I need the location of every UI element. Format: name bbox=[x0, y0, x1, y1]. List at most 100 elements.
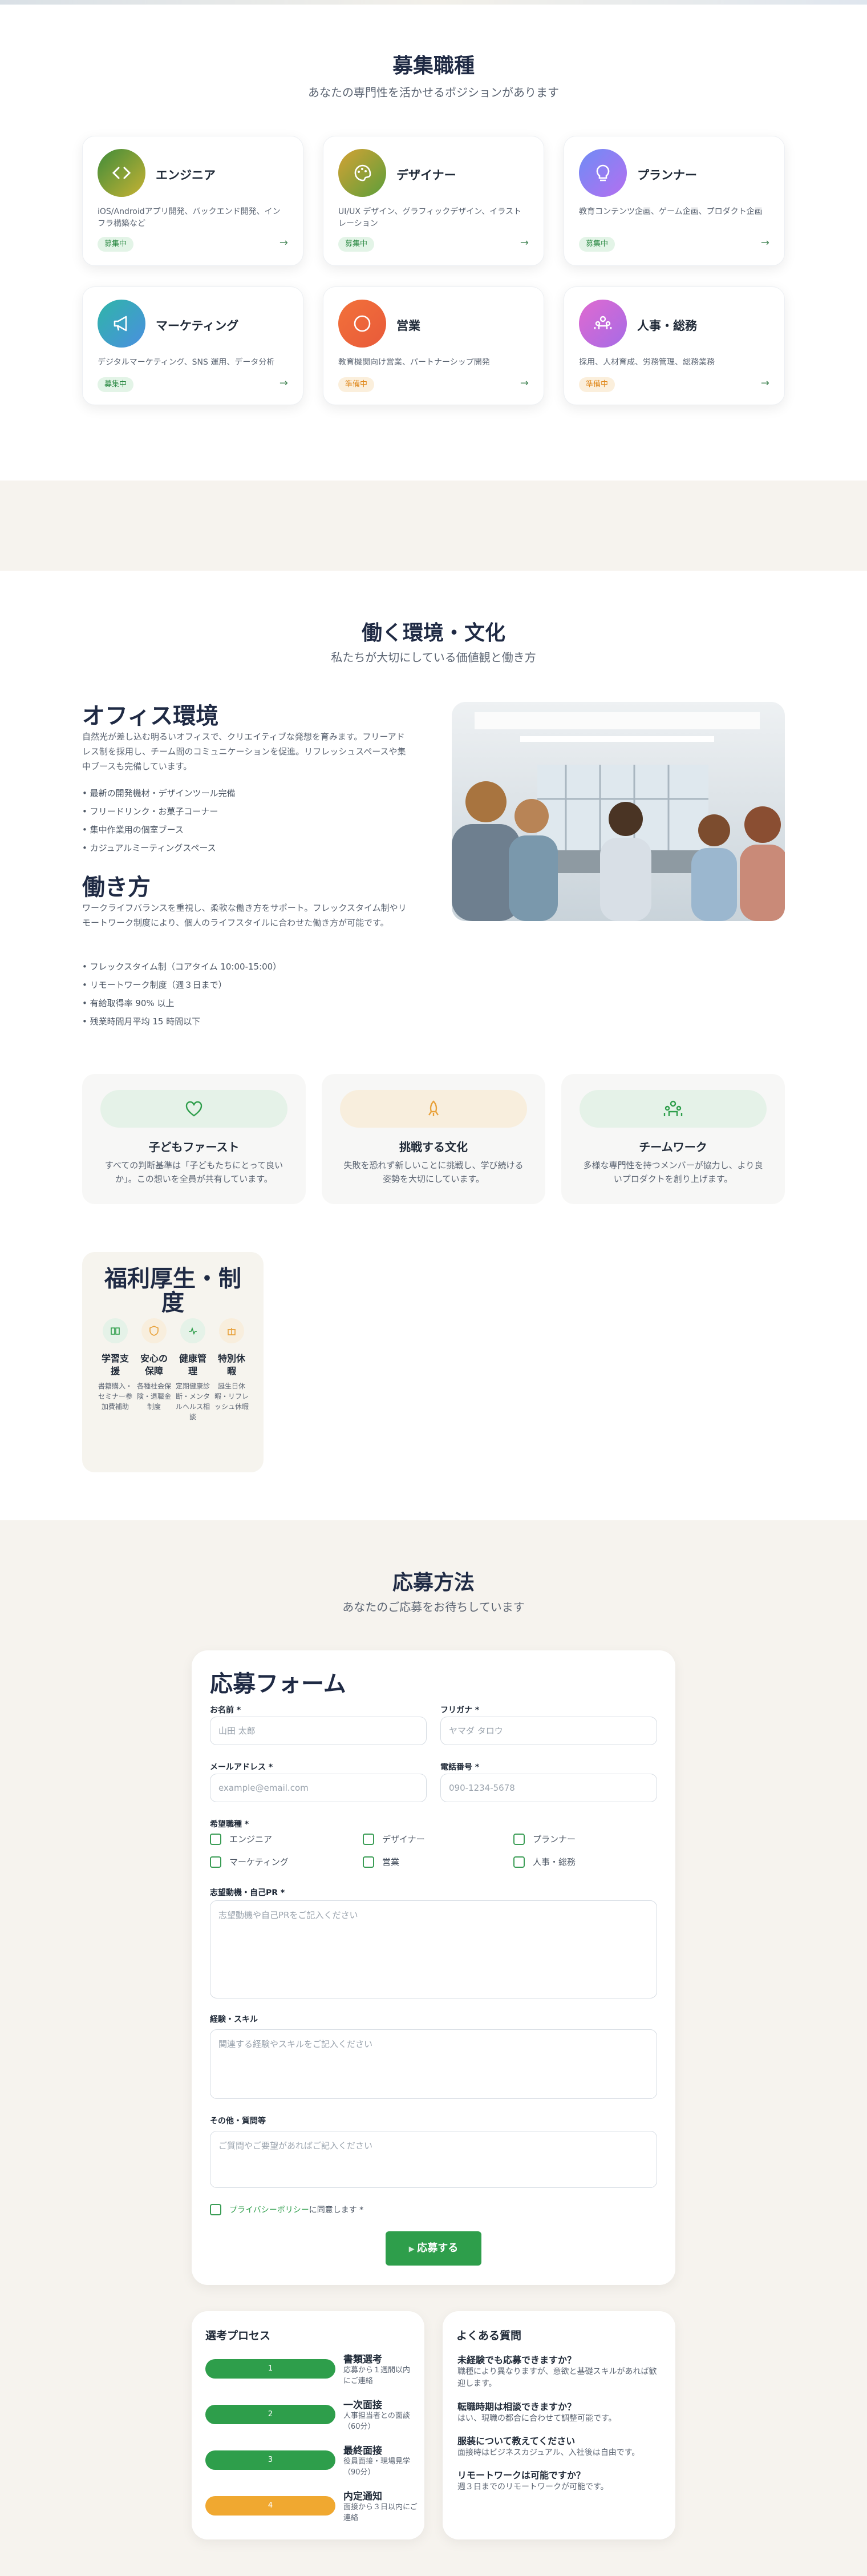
phone-field[interactable]: 090-1234-5678 bbox=[440, 1774, 657, 1802]
faq-question: リモートワークは可能ですか？ bbox=[457, 2470, 586, 2481]
step-desc: 面接から３日以内にご連絡 bbox=[343, 2503, 418, 2522]
value-text: 多様な専門性を持つメンバーが協力し、より良いプロダクトを創り上げます。 bbox=[583, 1160, 763, 1184]
faq-question: 未経験でも応募できますか？ bbox=[457, 2355, 577, 2365]
circle-icon bbox=[338, 300, 386, 348]
gift-icon bbox=[219, 1318, 244, 1343]
faq-question: 服装について教えてください bbox=[457, 2436, 576, 2446]
status-badge: 準備中 bbox=[338, 377, 375, 392]
arrow-right-icon[interactable]: → bbox=[520, 237, 529, 249]
checkbox[interactable] bbox=[210, 1833, 221, 1845]
kana-field[interactable]: ヤマダ タロウ bbox=[440, 1717, 657, 1745]
checkbox[interactable] bbox=[210, 1856, 221, 1868]
list-item: • カジュアルミーティングスペース bbox=[82, 843, 216, 853]
value-card-teamwork: チームワーク 多様な専門性を持つメンバーが協力し、より良いプロダクトを創り上げま… bbox=[561, 1074, 785, 1204]
step-title: 書類選考 bbox=[343, 2354, 382, 2365]
privacy-link[interactable]: プライバシーポリシー bbox=[229, 2204, 309, 2215]
apply-title: 応募方法 bbox=[392, 1571, 475, 1594]
section-divider-band bbox=[0, 481, 867, 571]
job-description: 教育機関向け営業、パートナーシップ開発 bbox=[338, 358, 490, 367]
job-label: 希望職種 * bbox=[210, 1820, 249, 1829]
value-title: 挑戦する文化 bbox=[399, 1140, 468, 1154]
other-label: その他・質問等 bbox=[210, 2117, 266, 2126]
job-card-engineer[interactable]: エンジニア iOS/Androidアプリ開発、バックエンド開発、インフラ構築など… bbox=[82, 136, 303, 266]
job-checkbox-designer[interactable]: デザイナー bbox=[363, 1833, 425, 1845]
privacy-checkbox[interactable]: プライバシーポリシー に同意します * bbox=[210, 2204, 363, 2215]
status-badge: 募集中 bbox=[98, 377, 134, 392]
status-badge: 準備中 bbox=[579, 377, 615, 392]
job-checkbox-engineer[interactable]: エンジニア bbox=[210, 1833, 272, 1845]
checkbox[interactable] bbox=[363, 1833, 374, 1845]
value-text: 失敗を恐れず新しいことに挑戦し、学び続ける姿勢を大切にしています。 bbox=[343, 1160, 524, 1184]
arrow-right-icon[interactable]: → bbox=[761, 237, 769, 249]
list-item: • フレックスタイム制（コアタイム 10:00-15:00） bbox=[82, 962, 282, 972]
checkbox[interactable] bbox=[210, 2204, 221, 2215]
arrow-right-icon[interactable]: → bbox=[761, 377, 769, 389]
office-photo bbox=[452, 702, 785, 921]
faq-answer: はい、現職の都合に合わせて調整可能です。 bbox=[457, 2414, 617, 2423]
skill-textarea[interactable]: 関連する経験やスキルをご記入ください bbox=[210, 2029, 657, 2099]
value-title: チームワーク bbox=[639, 1140, 707, 1154]
checkbox[interactable] bbox=[513, 1856, 525, 1868]
job-checkbox-planner[interactable]: プランナー bbox=[513, 1833, 576, 1845]
list-item: • 最新の開発機材・デザインツール完備 bbox=[82, 788, 236, 798]
process-title: 選考プロセス bbox=[205, 2329, 271, 2342]
step-badge: 3 bbox=[205, 2450, 335, 2470]
job-checkbox-sales[interactable]: 営業 bbox=[363, 1856, 399, 1868]
job-checkbox-marketing[interactable]: マーケティング bbox=[210, 1856, 289, 1868]
job-name: エンジニア bbox=[156, 168, 216, 182]
email-field[interactable]: example@email.com bbox=[210, 1774, 427, 1802]
workstyle-heading: 働き方 bbox=[82, 874, 151, 901]
apply-subtitle: あなたのご応募をお待ちしています bbox=[342, 1600, 525, 1614]
palette-icon bbox=[338, 149, 386, 197]
skill-label: 経験・スキル bbox=[210, 2015, 258, 2024]
job-card-sales[interactable]: 営業 教育機関向け営業、パートナーシップ開発 準備中 → bbox=[323, 286, 544, 405]
step-title: 一次面接 bbox=[343, 2400, 382, 2411]
office-list: • 最新の開発機材・デザインツール完備 • フリードリンク・お菓子コーナー • … bbox=[82, 784, 236, 857]
step-badge: 2 bbox=[205, 2405, 335, 2424]
culture-subtitle: 私たちが大切にしている価値観と働き方 bbox=[331, 651, 536, 664]
benefits-title: 福利厚生・制度 bbox=[104, 1266, 241, 1316]
phone-label: 電話番号 * bbox=[440, 1763, 480, 1772]
checkbox[interactable] bbox=[363, 1856, 374, 1868]
job-card-marketing[interactable]: マーケティング デジタルマーケティング、SNS 運用、データ分析 募集中 → bbox=[82, 286, 303, 405]
job-name: プランナー bbox=[637, 168, 697, 182]
job-checkbox-hr[interactable]: 人事・総務 bbox=[513, 1856, 576, 1868]
arrow-right-icon[interactable]: → bbox=[520, 377, 529, 389]
kana-label: フリガナ * bbox=[440, 1706, 480, 1715]
pr-textarea[interactable]: 志望動機や自己PRをご記入ください bbox=[210, 1900, 657, 1998]
step-badge: 1 bbox=[205, 2359, 335, 2379]
faq-answer: 週３日までのリモートワークが可能です。 bbox=[457, 2482, 609, 2492]
other-textarea[interactable]: ご質問やご要望があればご記入ください bbox=[210, 2131, 657, 2188]
arrow-right-icon[interactable]: → bbox=[279, 377, 288, 389]
submit-button[interactable]: ▶ 応募する bbox=[386, 2231, 481, 2266]
value-title: 子どもファースト bbox=[148, 1140, 240, 1154]
job-card-hr[interactable]: 人事・総務 採用、人材育成、労務管理、総務業務 準備中 → bbox=[564, 286, 785, 405]
lightbulb-icon bbox=[579, 149, 627, 197]
faq-answer: 職種により異なりますが、意欲と基礎スキルがあれば歓迎します。 bbox=[457, 2367, 657, 2388]
job-card-designer[interactable]: デザイナー UI/UX デザイン、グラフィックデザイン、イラストレーション 募集… bbox=[323, 136, 544, 266]
arrow-right-icon[interactable]: → bbox=[279, 237, 288, 249]
benefit-item: 安心の保障 各種社会保険・退職金制度 bbox=[137, 1318, 171, 1412]
faq-answer: 面接時はビジネスカジュアル、入社後は自由です。 bbox=[457, 2448, 640, 2457]
step-desc: 人事担当者との面談（60分） bbox=[343, 2412, 410, 2431]
job-card-planner[interactable]: プランナー 教育コンテンツ企画、ゲーム企画、プロダクト企画 募集中 → bbox=[564, 136, 785, 266]
people-icon bbox=[579, 300, 627, 348]
name-label: お名前 * bbox=[210, 1706, 241, 1715]
list-item: • リモートワーク制度（週３日まで） bbox=[82, 980, 227, 990]
value-card-challenge: 挑戦する文化 失敗を恐れず新しいことに挑戦し、学び続ける姿勢を大切にしています。 bbox=[322, 1074, 545, 1204]
workstyle-text: ワークライフバランスを重視し、柔軟な働き方をサポート。フレックスタイム制やリモー… bbox=[82, 903, 407, 928]
faq-question: 転職時期は相談できますか？ bbox=[457, 2401, 577, 2412]
book-icon bbox=[103, 1318, 128, 1343]
status-badge: 募集中 bbox=[98, 237, 134, 252]
job-description: 教育コンテンツ企画、ゲーム企画、プロダクト企画 bbox=[579, 207, 763, 216]
step-desc: 役員面接・現場見学（90分） bbox=[343, 2457, 411, 2477]
value-text: すべての判断基準は「子どもたちにとって良いか」。この想いを全員が共有しています。 bbox=[104, 1160, 283, 1184]
job-description: 採用、人材育成、労務管理、総務業務 bbox=[579, 358, 715, 367]
heart-icon bbox=[100, 1090, 287, 1128]
form-heading: 応募フォーム bbox=[210, 1671, 346, 1697]
checkbox[interactable] bbox=[513, 1833, 525, 1845]
benefits-card: 福利厚生・制度 学習支援 書籍購入・セミナー参加費補助 安心の保障 各種社会保険… bbox=[82, 1252, 264, 1472]
step-badge: 4 bbox=[205, 2496, 335, 2516]
name-field[interactable]: 山田 太郎 bbox=[210, 1717, 427, 1745]
process-panel: 選考プロセス 1 書類選考 応募から１週間以内にご連絡 2 一次面接 人事担当者… bbox=[192, 2311, 424, 2539]
